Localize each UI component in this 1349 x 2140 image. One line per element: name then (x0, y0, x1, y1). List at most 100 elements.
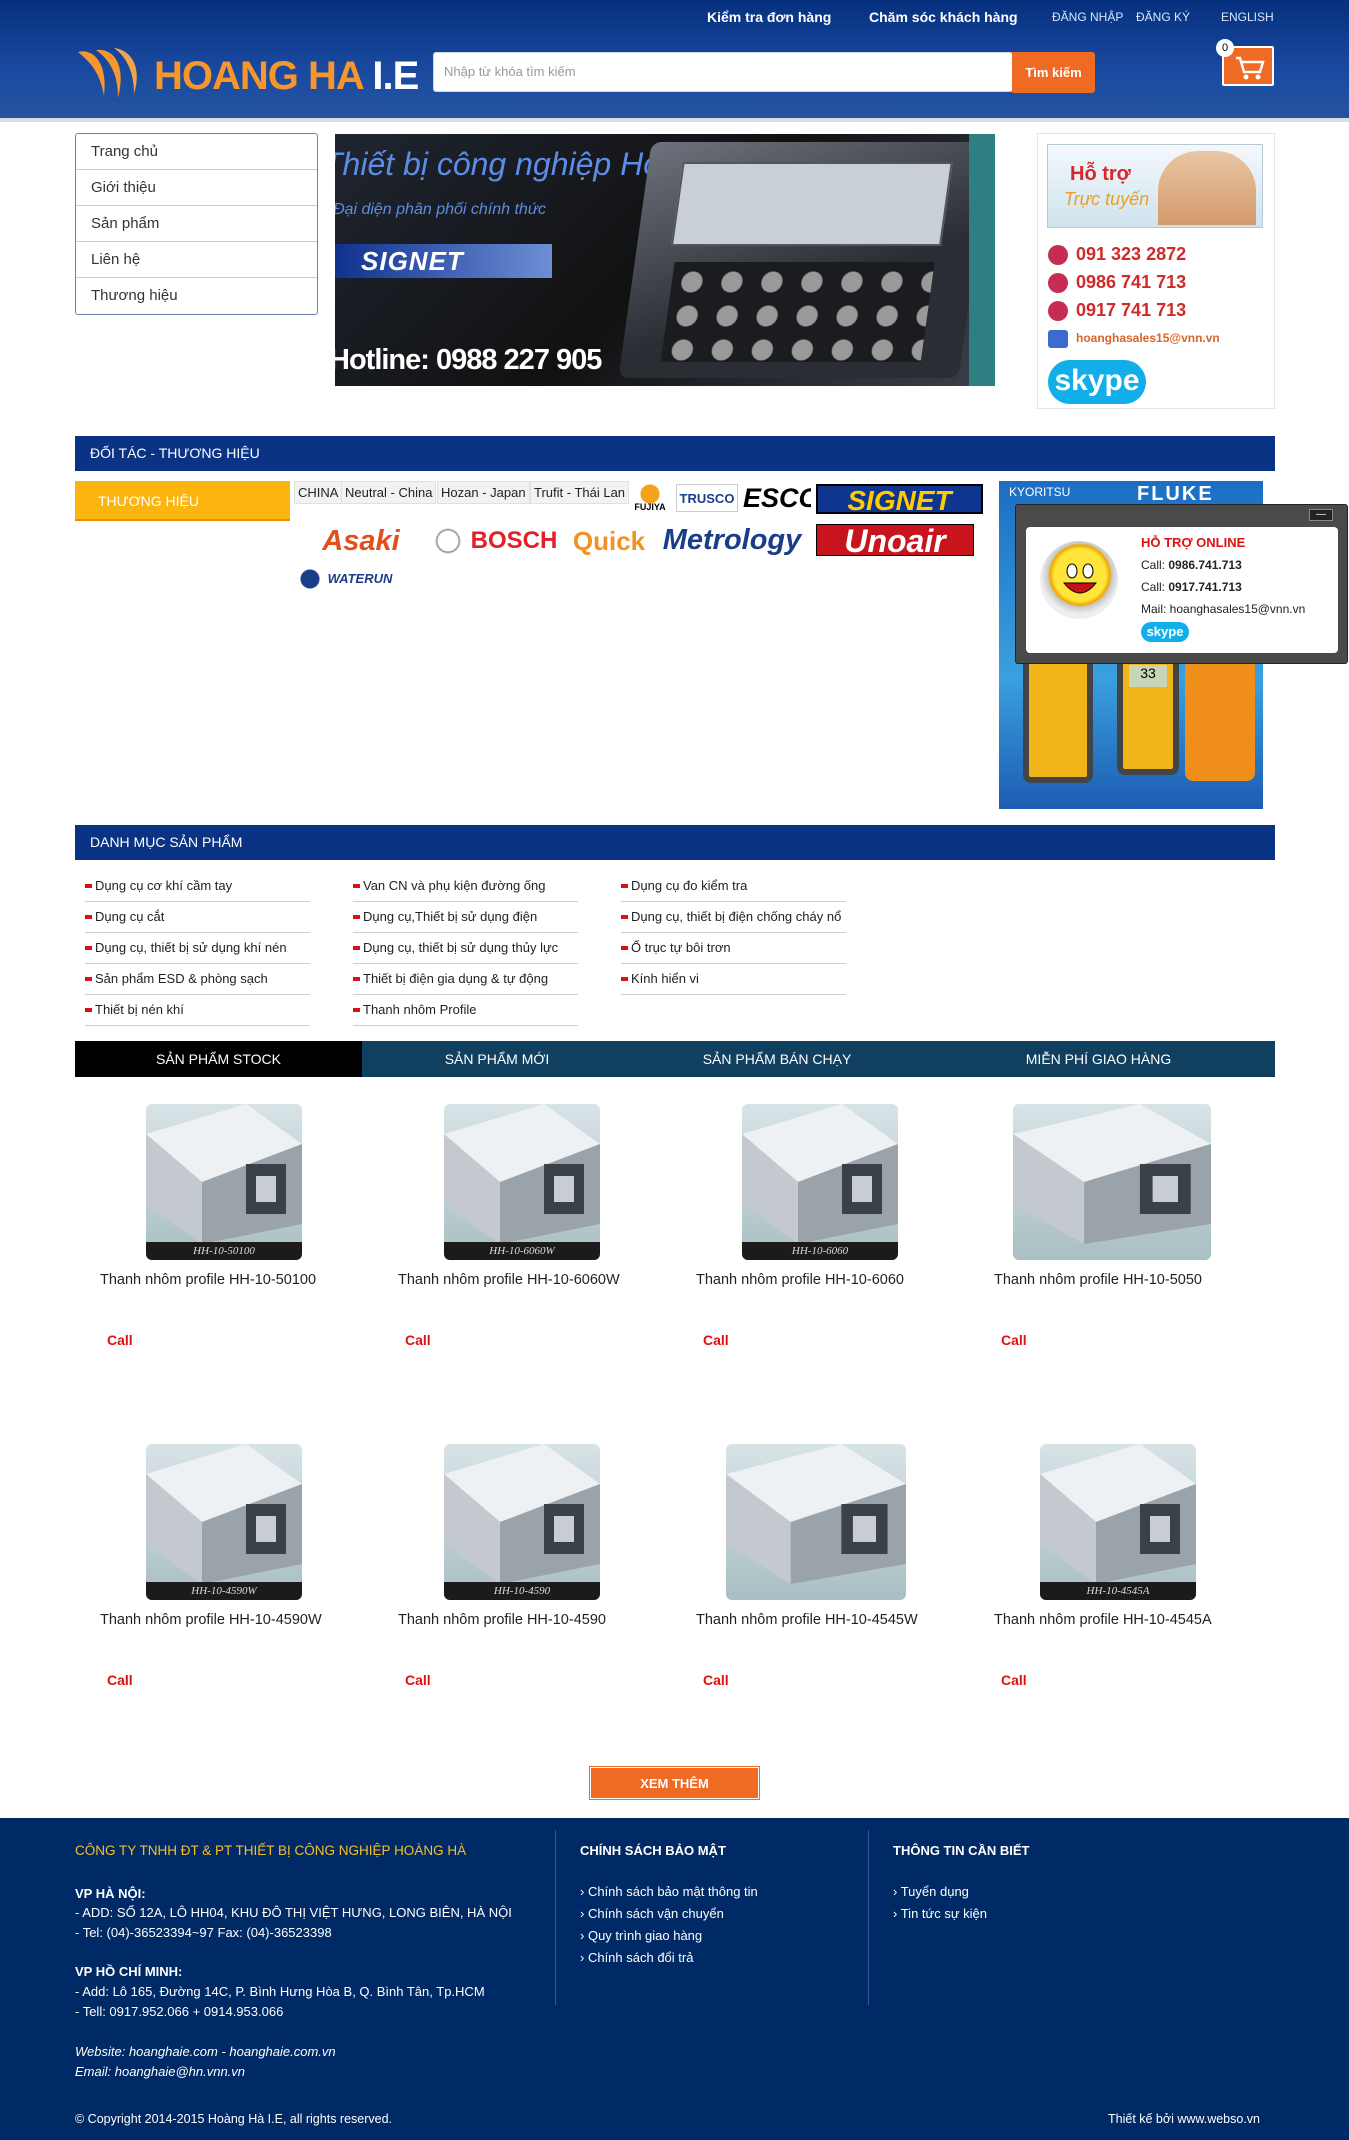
product-image[interactable]: HH-10-6060W (444, 1104, 600, 1260)
multimeter-image (1023, 651, 1093, 783)
menu-item-products[interactable]: Sản phẩm (76, 206, 317, 242)
support-email[interactable]: hoanghasales15@vnn.vn (1048, 330, 1220, 348)
brand-metrology-logo[interactable]: Metrology (654, 522, 810, 558)
brand-quick-logo[interactable]: Quick (570, 524, 648, 558)
tab-brands[interactable]: THƯƠNG HIỆU (75, 481, 290, 521)
menu-item-about[interactable]: Giới thiệu (76, 170, 317, 206)
footer-email[interactable]: Email: hoanghaie@hn.vnn.vn (75, 2064, 245, 2079)
product-price-call[interactable]: Call (405, 1332, 431, 1348)
skype-logo[interactable]: skype (1048, 360, 1146, 404)
product-image[interactable] (1013, 1104, 1211, 1260)
popup-mail[interactable]: Mail: hoanghasales15@vnn.vn (1141, 602, 1305, 616)
brand-trufit[interactable]: Trufit - Thái Lan (530, 481, 630, 504)
menu-item-brands[interactable]: Thương hiệu (76, 278, 317, 314)
product-image[interactable]: HH-10-6060 (742, 1104, 898, 1260)
order-check-link[interactable]: Kiểm tra đơn hàng (707, 9, 831, 25)
product-name[interactable]: Thanh nhôm profile HH-10-6060 (696, 1272, 904, 1288)
popup-call-1[interactable]: Call: 0986.741.713 (1141, 558, 1242, 572)
category-item[interactable]: Dụng cụ, thiết bị sử dụng khí nén (85, 933, 310, 964)
logo-wings-icon (78, 48, 137, 98)
footer-policy-link[interactable]: › Chính sách vận chuyển (580, 1906, 724, 1921)
footer-designer[interactable]: Thiết kế bởi www.webso.vn (1108, 2112, 1260, 2126)
popup-skype-logo[interactable]: skype (1141, 622, 1189, 642)
language-link[interactable]: ENGLISH (1221, 10, 1274, 24)
product-name[interactable]: Thanh nhôm profile HH-10-6060W (398, 1272, 620, 1288)
product-name[interactable]: Thanh nhôm profile HH-10-5050 (994, 1272, 1202, 1288)
brand-trusco-logo[interactable]: TRUSCO (676, 484, 738, 512)
view-more-button[interactable]: XEM THÊM (589, 1766, 760, 1800)
product-price-call[interactable]: Call (1001, 1672, 1027, 1688)
tab-best-selling[interactable]: SẢN PHẨM BÁN CHẠY (632, 1041, 922, 1077)
product-name[interactable]: Thanh nhôm profile HH-10-50100 (100, 1272, 316, 1288)
category-item[interactable]: Dụng cụ cắt (85, 902, 310, 933)
menu-item-home[interactable]: Trang chủ (76, 134, 317, 170)
product-image[interactable] (726, 1444, 906, 1600)
support-phone-2[interactable]: 0986 741 713 (1048, 272, 1186, 294)
online-support-badge[interactable]: Hỗ trợ Trực tuyến (1047, 144, 1263, 228)
product-price-call[interactable]: Call (1001, 1332, 1027, 1348)
menu-item-contact[interactable]: Liên hệ (76, 242, 317, 278)
support-phone-1[interactable]: 091 323 2872 (1048, 244, 1186, 266)
tab-free-shipping[interactable]: MIỄN PHÍ GIAO HÀNG (922, 1041, 1275, 1077)
footer-policy-link[interactable]: › Chính sách bảo mật thông tin (580, 1884, 758, 1899)
site-logo[interactable]: HOANG HA I.E (74, 44, 419, 106)
tab-new[interactable]: SẢN PHẨM MỚI (362, 1041, 632, 1077)
category-item[interactable]: Dụng cụ,Thiết bị sử dụng điện (353, 902, 578, 933)
category-item[interactable]: Thiết bị điện gia dụng & tự động (353, 964, 578, 995)
category-item[interactable]: Dụng cụ cơ khí cầm tay (85, 871, 310, 902)
brand-esco-logo[interactable]: ESCO (743, 482, 811, 514)
popup-minimize-button[interactable]: — (1309, 509, 1333, 521)
brand-unoair-logo[interactable]: Unoair (816, 524, 974, 556)
popup-call-2[interactable]: Call: 0917.741.713 (1141, 580, 1242, 594)
category-item[interactable]: Thiết bị nén khí (85, 995, 310, 1026)
smiley-icon (1040, 541, 1118, 619)
product-image[interactable]: HH-10-50100 (146, 1104, 302, 1260)
product-price-call[interactable]: Call (107, 1672, 133, 1688)
fluke-label: FLUKE (1137, 483, 1214, 505)
product-image[interactable]: HH-10-4590 (444, 1444, 600, 1600)
support-phone-3[interactable]: 0917 741 713 (1048, 300, 1186, 322)
category-item[interactable]: Thanh nhôm Profile (353, 995, 578, 1026)
customer-care-link[interactable]: Chăm sóc khách hàng (869, 9, 1018, 25)
footer-policy-link[interactable]: › Quy trình giao hàng (580, 1928, 702, 1943)
brand-asaki-logo[interactable]: Asaki (296, 524, 426, 558)
phone-icon (1048, 245, 1068, 266)
category-item[interactable]: Dụng cụ đo kiểm tra (621, 871, 846, 902)
product-price-call[interactable]: Call (703, 1672, 729, 1688)
hero-banner[interactable]: Thiết bị công nghiệp Hoàng Hà Đại diện p… (335, 134, 995, 386)
brand-bosch-logo[interactable]: BOSCH (432, 524, 566, 558)
product-image[interactable]: HH-10-4545A (1040, 1444, 1196, 1600)
product-price-call[interactable]: Call (405, 1672, 431, 1688)
footer-website[interactable]: Website: hoanghaie.com - hoanghaie.com.v… (75, 2044, 336, 2059)
search-input[interactable]: Nhập từ khóa tìm kiếm (433, 52, 1013, 92)
category-item[interactable]: Dụng cụ, thiết bị sử dụng thủy lực (353, 933, 578, 964)
footer-policy-link[interactable]: › Chính sách đổi trả (580, 1950, 693, 1965)
product-price-call[interactable]: Call (107, 1332, 133, 1348)
product-price-call[interactable]: Call (703, 1332, 729, 1348)
product-name[interactable]: Thanh nhôm profile HH-10-4590 (398, 1612, 606, 1628)
login-link[interactable]: ĐĂNG NHẬP (1052, 10, 1123, 24)
footer-info-link[interactable]: › Tuyển dụng (893, 1884, 969, 1899)
brand-hozan[interactable]: Hozan - Japan (437, 481, 530, 504)
category-item[interactable]: Van CN và phụ kiện đường ống (353, 871, 578, 902)
footer-info-title: THÔNG TIN CẦN BIẾT (893, 1843, 1030, 1858)
brand-fujiya-logo[interactable]: FUJIYA (630, 484, 670, 514)
product-name[interactable]: Thanh nhôm profile HH-10-4590W (100, 1612, 322, 1628)
brand-neutral[interactable]: Neutral - China (341, 481, 437, 504)
brand-china[interactable]: CHINA (294, 481, 343, 504)
brand-signet-logo[interactable]: SIGNET (816, 484, 983, 514)
register-link[interactable]: ĐĂNG KÝ (1136, 10, 1190, 24)
search-button[interactable]: Tìm kiếm (1012, 52, 1095, 93)
footer-info-link[interactable]: › Tin tức sự kiện (893, 1906, 987, 1921)
product-image[interactable]: HH-10-4590W (146, 1444, 302, 1600)
category-item[interactable]: Dụng cụ, thiết bị điện chống cháy nổ (621, 902, 846, 933)
category-item[interactable]: Sản phẩm ESD & phòng sạch (85, 964, 310, 995)
category-item[interactable]: Kính hiển vi (621, 964, 846, 995)
support-box: Hỗ trợ Trực tuyến 091 323 2872 0986 741 … (1037, 133, 1275, 409)
product-name[interactable]: Thanh nhôm profile HH-10-4545W (696, 1612, 918, 1628)
product-name[interactable]: Thanh nhôm profile HH-10-4545A (994, 1612, 1212, 1628)
support-badge-line1: Hỗ trợ (1070, 163, 1131, 185)
category-item[interactable]: Ổ trục tự bôi trơn (621, 933, 846, 964)
tab-stock[interactable]: SẢN PHẨM STOCK (75, 1041, 362, 1077)
brand-waterun-logo[interactable]: WATERUN (296, 562, 400, 596)
